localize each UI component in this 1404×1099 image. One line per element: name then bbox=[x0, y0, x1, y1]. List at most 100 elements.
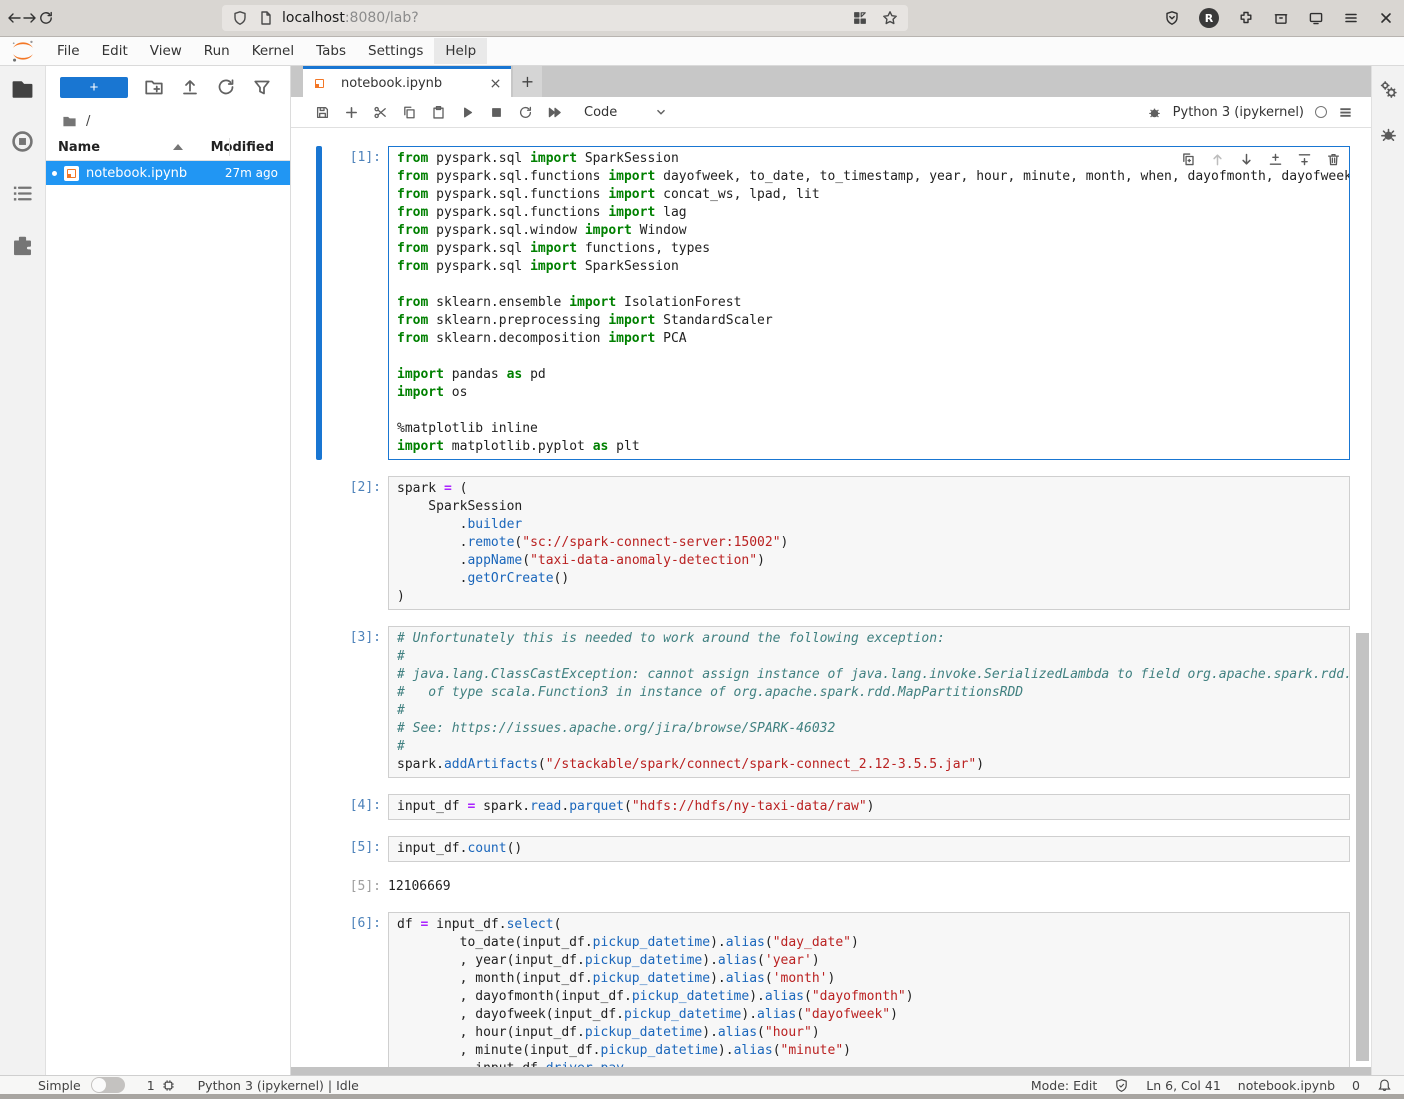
cut-icon-button[interactable] bbox=[366, 100, 395, 124]
stop-icon[interactable] bbox=[489, 105, 504, 120]
refresh-icon[interactable] bbox=[216, 77, 236, 97]
puzzle-icon[interactable] bbox=[11, 234, 34, 257]
paste-icon[interactable] bbox=[431, 105, 446, 120]
debugger-bug-icon[interactable] bbox=[1147, 105, 1162, 120]
menu-settings[interactable]: Settings bbox=[357, 38, 434, 64]
trust-shield-icon[interactable] bbox=[1114, 1078, 1129, 1093]
insert-above-icon[interactable] bbox=[1268, 152, 1283, 167]
tab-close-icon[interactable] bbox=[489, 77, 502, 90]
restart-icon[interactable] bbox=[518, 105, 533, 120]
cell-editor[interactable]: input_df = spark.read.parquet("hdfs://hd… bbox=[388, 794, 1350, 820]
bell-icon[interactable] bbox=[1377, 1078, 1392, 1093]
restart-icon-button[interactable] bbox=[511, 100, 540, 124]
breadcrumb[interactable]: / bbox=[46, 108, 290, 134]
add-cell-icon-button[interactable] bbox=[337, 100, 366, 124]
profile-avatar[interactable]: R bbox=[1199, 8, 1219, 28]
kernel-status-icon[interactable] bbox=[1315, 106, 1327, 118]
notebook-content[interactable]: [1]:from pyspark.sql import SparkSession… bbox=[291, 128, 1371, 1067]
shield-icon[interactable] bbox=[232, 10, 248, 26]
cell-type-select[interactable]: Code bbox=[584, 105, 617, 120]
page-icon[interactable] bbox=[258, 10, 274, 26]
menu-edit[interactable]: Edit bbox=[91, 38, 139, 64]
menu-view[interactable]: View bbox=[139, 38, 193, 64]
horizontal-scrollbar[interactable] bbox=[291, 1067, 1371, 1075]
url-bar[interactable]: localhost:8080/lab? bbox=[222, 5, 908, 31]
file-list-header[interactable]: Name Modified bbox=[46, 134, 290, 161]
chevron-down-icon[interactable] bbox=[654, 105, 668, 119]
cell-editor[interactable]: df = input_df.select( to_date(input_df.p… bbox=[388, 912, 1350, 1067]
debugger-icon[interactable] bbox=[1379, 125, 1398, 144]
column-name[interactable]: Name bbox=[58, 140, 100, 155]
cursor-position[interactable]: Ln 6, Col 41 bbox=[1146, 1078, 1221, 1093]
cell-editor[interactable]: # Unfortunately this is needed to work a… bbox=[388, 626, 1350, 778]
unsaved-dot bbox=[52, 171, 57, 176]
cell-editor[interactable]: from pyspark.sql import SparkSessionfrom… bbox=[388, 146, 1350, 460]
filter-icon[interactable] bbox=[252, 77, 272, 97]
column-modified[interactable]: Modified bbox=[211, 140, 278, 155]
running-icon[interactable] bbox=[11, 130, 34, 153]
property-inspector-icon[interactable] bbox=[1379, 80, 1398, 99]
duplicate-icon[interactable] bbox=[1181, 152, 1196, 167]
close-icon[interactable] bbox=[1378, 10, 1394, 26]
copy-icon[interactable] bbox=[402, 105, 417, 120]
vertical-scrollbar[interactable] bbox=[1356, 633, 1369, 1061]
kernel-name[interactable]: Python 3 (ipykernel) bbox=[1173, 105, 1304, 120]
run-icon[interactable] bbox=[460, 105, 475, 120]
cell-collapser[interactable] bbox=[316, 476, 322, 610]
add-cell-icon[interactable] bbox=[344, 105, 359, 120]
cell-collapser[interactable] bbox=[316, 794, 322, 820]
new-tab-button[interactable]: + bbox=[513, 66, 542, 97]
move-down-icon[interactable] bbox=[1239, 152, 1254, 167]
new-launcher-button[interactable]: + bbox=[60, 77, 128, 98]
breadcrumb-root[interactable]: / bbox=[86, 114, 90, 129]
toolbar-menu-icon[interactable] bbox=[1338, 105, 1353, 120]
kernel-count: 1 bbox=[147, 1078, 155, 1093]
cell-editor[interactable]: input_df.count() bbox=[388, 836, 1350, 862]
menu-kernel[interactable]: Kernel bbox=[241, 38, 305, 64]
move-up-icon[interactable] bbox=[1210, 152, 1225, 167]
save-icon[interactable] bbox=[315, 105, 330, 120]
back-icon[interactable] bbox=[6, 10, 22, 26]
cell-collapser[interactable] bbox=[316, 146, 322, 460]
chip-icon[interactable] bbox=[161, 1078, 176, 1093]
archive-icon[interactable] bbox=[1273, 10, 1289, 26]
run-icon-button[interactable] bbox=[453, 100, 482, 124]
reload-icon[interactable] bbox=[38, 10, 54, 26]
command-mode-indicator[interactable]: Mode: Edit bbox=[1031, 1078, 1097, 1093]
cell-collapser[interactable] bbox=[316, 875, 322, 894]
run-all-icon-button[interactable] bbox=[540, 100, 569, 124]
cut-icon[interactable] bbox=[373, 105, 388, 120]
stop-icon-button[interactable] bbox=[482, 100, 511, 124]
cell-editor[interactable]: spark = ( SparkSession .builder .remote(… bbox=[388, 476, 1350, 610]
star-icon[interactable] bbox=[882, 10, 898, 26]
kernel-status-text[interactable]: Python 3 (ipykernel) | Idle bbox=[198, 1078, 359, 1093]
delete-icon[interactable] bbox=[1326, 152, 1341, 167]
menu-icon[interactable] bbox=[1343, 10, 1359, 26]
save-icon-button[interactable] bbox=[308, 100, 337, 124]
display-icon[interactable] bbox=[1308, 10, 1324, 26]
file-row[interactable]: notebook.ipynb27m ago bbox=[46, 161, 290, 185]
cell-collapser[interactable] bbox=[316, 836, 322, 862]
status-filename[interactable]: notebook.ipynb bbox=[1238, 1078, 1335, 1093]
cell-collapser[interactable] bbox=[316, 912, 322, 1067]
run-all-icon[interactable] bbox=[547, 105, 562, 120]
simple-mode-toggle[interactable] bbox=[91, 1077, 125, 1093]
new-folder-icon[interactable] bbox=[144, 77, 164, 97]
grid-icon[interactable] bbox=[852, 10, 868, 26]
paste-icon-button[interactable] bbox=[424, 100, 453, 124]
files-icon[interactable] bbox=[11, 78, 34, 101]
upload-icon[interactable] bbox=[180, 77, 200, 97]
cell-collapser[interactable] bbox=[316, 626, 322, 778]
forward-icon[interactable] bbox=[22, 10, 38, 26]
insert-below-icon[interactable] bbox=[1297, 152, 1312, 167]
menu-help[interactable]: Help bbox=[434, 38, 487, 64]
tab-notebook[interactable]: notebook.ipynb bbox=[303, 66, 511, 97]
menu-file[interactable]: File bbox=[46, 38, 91, 64]
copy-icon-button[interactable] bbox=[395, 100, 424, 124]
toc-icon[interactable] bbox=[11, 182, 34, 205]
pocket-icon[interactable] bbox=[1164, 10, 1180, 26]
extension-icon[interactable] bbox=[1238, 10, 1254, 26]
menu-run[interactable]: Run bbox=[193, 38, 241, 64]
url-text[interactable]: localhost:8080/lab? bbox=[282, 10, 419, 26]
menu-tabs[interactable]: Tabs bbox=[305, 38, 357, 64]
